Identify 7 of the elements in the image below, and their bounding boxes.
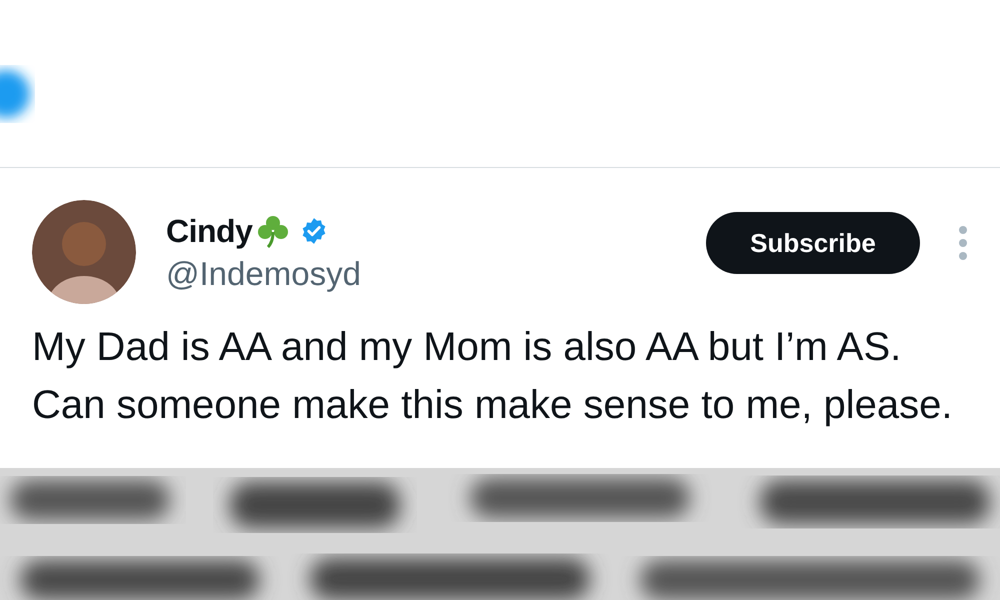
user-handle[interactable]: @Indemosyd [166, 255, 361, 293]
subscribe-button[interactable]: Subscribe [706, 212, 920, 274]
avatar[interactable] [32, 200, 136, 304]
display-name[interactable]: Cindy [166, 207, 252, 255]
tweet-text: My Dad is AA and my Mom is also AA but I’m AS. [32, 324, 902, 371]
clover-icon [256, 214, 290, 248]
tweet-text: Can someone make this make sense to me, please. [32, 382, 954, 429]
